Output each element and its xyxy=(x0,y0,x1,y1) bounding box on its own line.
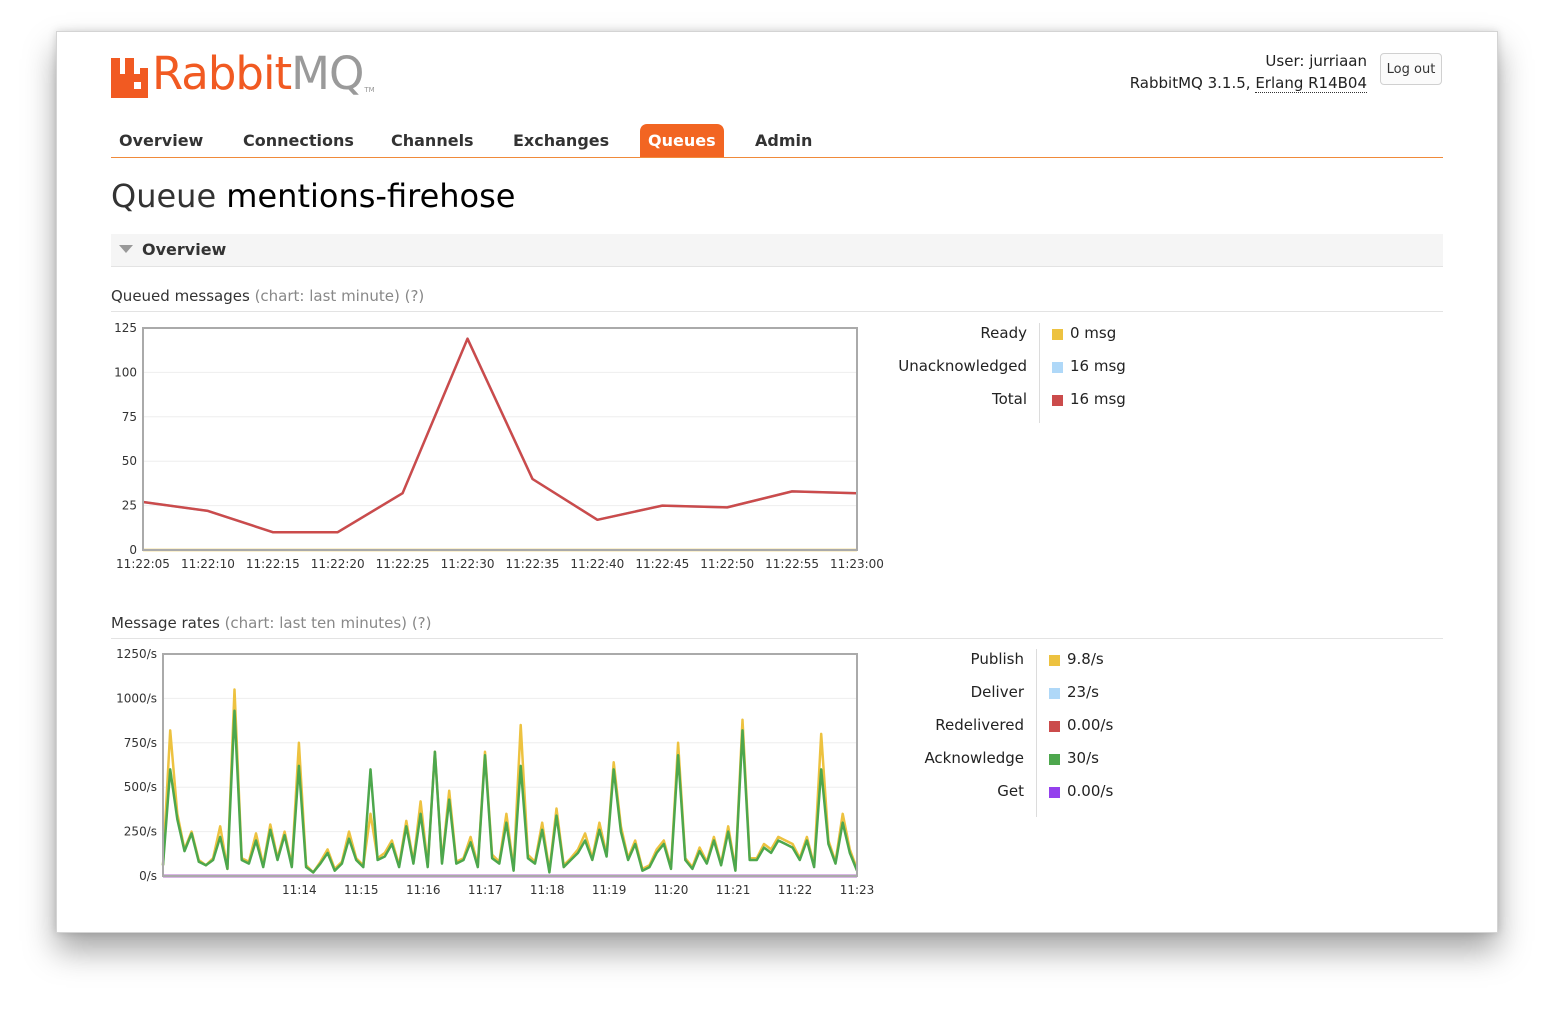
legend-row-total: Total 16 msg xyxy=(57,390,1157,412)
x-tick-label: 11:21 xyxy=(716,883,751,897)
x-tick-label: 11:22:10 xyxy=(181,557,235,571)
x-tick-label: 11:19 xyxy=(592,883,627,897)
legend-swatch xyxy=(1049,688,1060,699)
y-tick-label: 50 xyxy=(122,454,137,468)
legend-value: 16 msg xyxy=(1070,357,1126,375)
legend-value: 0.00/s xyxy=(1067,716,1114,734)
y-tick-label: 0 xyxy=(129,543,137,557)
legend-row-unacknowledged: Unacknowledged 16 msg xyxy=(57,357,1157,379)
legend-value: 23/s xyxy=(1067,683,1099,701)
x-tick-label: 11:22 xyxy=(778,883,813,897)
legend-label: Publish xyxy=(970,650,1024,668)
legend-label: Deliver xyxy=(970,683,1024,701)
legend-label: Total xyxy=(991,390,1027,408)
legend-row-get: Get 0.00/s xyxy=(57,782,1157,804)
legend-row-redelivered: Redelivered 0.00/s xyxy=(57,716,1157,738)
legend-label: Unacknowledged xyxy=(898,357,1027,375)
y-tick-label: 250/s xyxy=(124,825,157,839)
legend-value: 16 msg xyxy=(1070,390,1126,408)
x-tick-label: 11:22:25 xyxy=(376,557,430,571)
legend-row-acknowledge: Acknowledge 30/s xyxy=(57,749,1157,771)
legend-swatch xyxy=(1049,721,1060,732)
x-tick-label: 11:23 xyxy=(840,883,875,897)
legend-row-publish: Publish 9.8/s xyxy=(57,650,1157,672)
x-tick-label: 11:17 xyxy=(468,883,503,897)
legend-row-deliver: Deliver 23/s xyxy=(57,683,1157,705)
x-tick-label: 11:22:40 xyxy=(570,557,624,571)
legend-value: 0.00/s xyxy=(1067,782,1114,800)
x-tick-label: 11:23:00 xyxy=(830,557,884,571)
x-tick-label: 11:14 xyxy=(282,883,317,897)
legend-label: Ready xyxy=(980,324,1027,342)
legend-value: 0 msg xyxy=(1070,324,1117,342)
x-tick-label: 11:22:20 xyxy=(311,557,365,571)
legend-label: Acknowledge xyxy=(924,749,1024,767)
x-tick-label: 11:22:50 xyxy=(700,557,754,571)
x-tick-label: 11:15 xyxy=(344,883,379,897)
x-tick-label: 11:18 xyxy=(530,883,565,897)
legend-label: Redelivered xyxy=(935,716,1024,734)
legend-swatch xyxy=(1052,362,1063,373)
x-tick-label: 11:22:30 xyxy=(441,557,495,571)
legend-swatch xyxy=(1052,329,1063,340)
legend-swatch xyxy=(1049,754,1060,765)
x-tick-label: 11:16 xyxy=(406,883,441,897)
legend-value: 30/s xyxy=(1067,749,1099,767)
legend-row-ready: Ready 0 msg xyxy=(57,324,1157,346)
legend-label: Get xyxy=(997,782,1024,800)
x-tick-label: 11:22:35 xyxy=(506,557,560,571)
x-tick-label: 11:22:15 xyxy=(246,557,300,571)
legend-swatch xyxy=(1049,787,1060,798)
browser-window: RabbitMQ TM User: jurriaan RabbitMQ 3.1.… xyxy=(56,31,1498,933)
x-tick-label: 11:22:55 xyxy=(765,557,819,571)
legend-value: 9.8/s xyxy=(1067,650,1104,668)
y-tick-label: 25 xyxy=(122,499,137,513)
legend-swatch xyxy=(1049,655,1060,666)
x-tick-label: 11:22:45 xyxy=(635,557,689,571)
y-tick-label: 0/s xyxy=(139,869,157,883)
legend-swatch xyxy=(1052,395,1063,406)
x-tick-label: 11:22:05 xyxy=(116,557,170,571)
x-tick-label: 11:20 xyxy=(654,883,689,897)
